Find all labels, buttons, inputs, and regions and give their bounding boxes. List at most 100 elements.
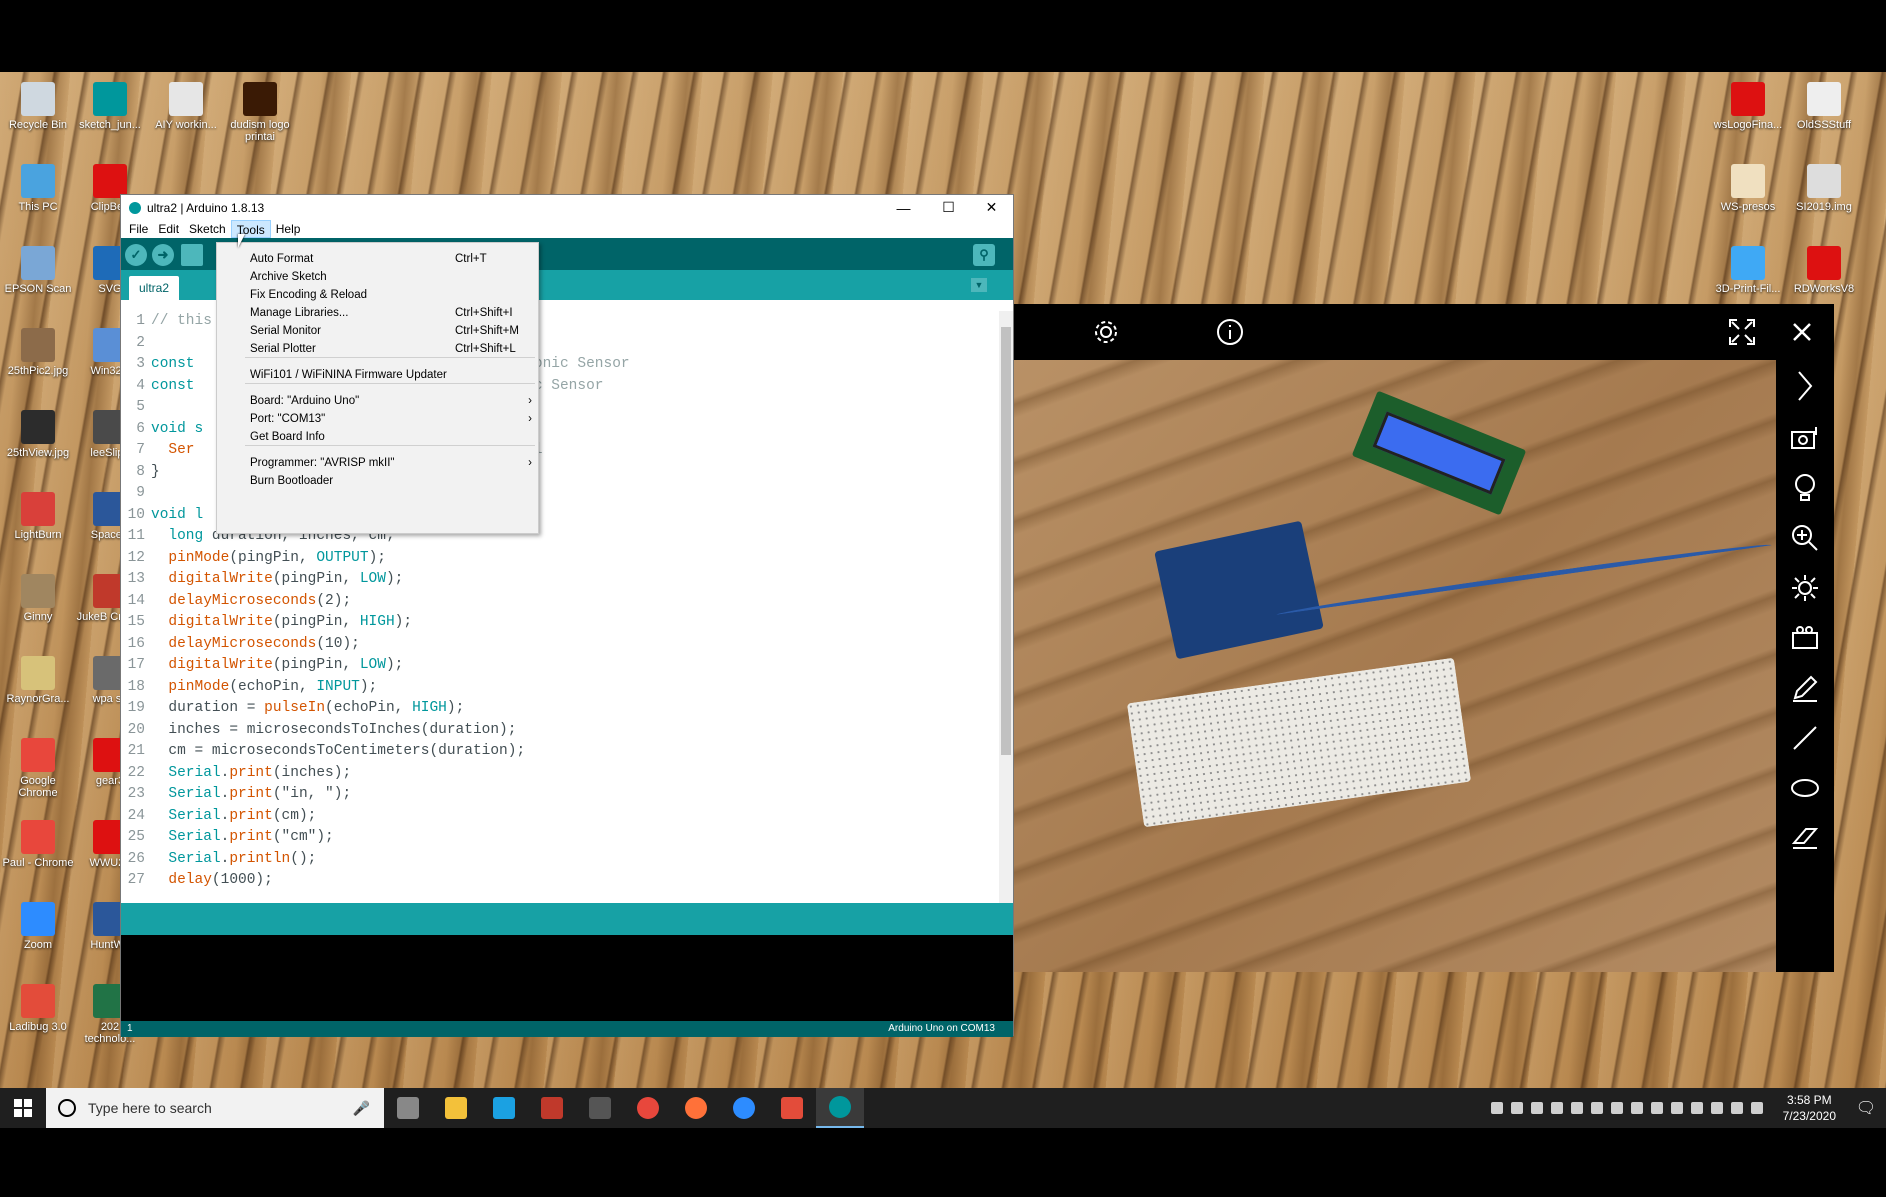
chevron-right-icon[interactable] (1789, 370, 1821, 402)
notifications-icon[interactable]: 🗨 (1846, 1088, 1886, 1128)
desktop-icon[interactable]: Ladibug 3.0 (2, 984, 74, 1033)
taskbar-app-arduino[interactable] (816, 1088, 864, 1128)
code-line[interactable]: 23 Serial.print("in, "); (121, 784, 991, 806)
onedrive-icon[interactable] (1510, 1102, 1523, 1114)
serial-monitor-icon[interactable]: ⚲ (973, 244, 995, 266)
tools-menu-item[interactable]: Serial Plotter Ctrl+Shift+L (217, 339, 538, 359)
sync-icon[interactable] (1710, 1102, 1723, 1114)
code-line[interactable]: 13 digitalWrite(pingPin, LOW); (121, 569, 991, 591)
camera-live-view[interactable] (1014, 360, 1776, 972)
code-line[interactable]: 25 Serial.print("cm"); (121, 827, 991, 849)
taskbar-search-box[interactable]: Type here to search 🎤 (46, 1088, 384, 1128)
menu-help[interactable]: Help (271, 220, 306, 238)
gear-icon[interactable] (1090, 316, 1122, 348)
tools-menu-item[interactable]: Fix Encoding & Reload (217, 285, 538, 305)
code-line[interactable]: 15 digitalWrite(pingPin, HIGH); (121, 612, 991, 634)
desktop-icon[interactable]: Zoom (2, 902, 74, 951)
tools-menu-item[interactable]: Programmer: "AVRISP mkII" › (217, 453, 538, 473)
start-button[interactable] (0, 1088, 46, 1128)
code-line[interactable]: 26 Serial.println(); (121, 849, 991, 871)
tools-menu-item[interactable]: Port: "COM13" › (217, 409, 538, 429)
desktop-icon[interactable]: sketch_jun... (74, 82, 146, 131)
desktop-icon[interactable]: Paul - Chrome (2, 820, 74, 869)
tools-menu-item[interactable]: WiFi101 / WiFiNINA Firmware Updater (217, 365, 538, 385)
code-line[interactable]: 27 delay(1000); (121, 870, 991, 892)
desktop-icon[interactable]: dudism logo printai (224, 82, 296, 143)
editor-scrollbar[interactable] (999, 311, 1013, 903)
tools-menu-item[interactable]: Manage Libraries... Ctrl+Shift+I (217, 303, 538, 323)
security-icon[interactable] (1670, 1102, 1683, 1114)
microphone-icon[interactable]: 🎤 (353, 1100, 370, 1117)
volume-icon[interactable] (1630, 1102, 1643, 1114)
battery-icon[interactable] (1590, 1102, 1603, 1114)
arduino-titlebar[interactable]: ultra2 | Arduino 1.8.13 — ☐ ✕ (121, 195, 1013, 220)
desktop-icon[interactable]: OldSSStuff (1788, 82, 1860, 131)
desktop-icon[interactable]: AIY workin... (150, 82, 222, 131)
camera-settings-icon[interactable] (1789, 422, 1821, 454)
code-line[interactable]: 24 Serial.print(cm); (121, 806, 991, 828)
code-line[interactable]: 14 delayMicroseconds(2); (121, 591, 991, 613)
cloud-icon[interactable] (1730, 1102, 1743, 1114)
tools-menu-item[interactable]: Get Board Info (217, 427, 538, 447)
scrollbar-thumb[interactable] (1001, 327, 1011, 755)
tab-menu-chevron-icon[interactable]: ▼ (971, 278, 987, 292)
code-line[interactable]: 19 duration = pulseIn(echoPin, HIGH); (121, 698, 991, 720)
desktop-icon[interactable]: RaynorGra... (2, 656, 74, 705)
arrow-line-icon[interactable] (1789, 722, 1821, 754)
desktop-icon[interactable]: SI2019.img (1788, 164, 1860, 213)
video-camera-icon[interactable] (1789, 622, 1821, 654)
taskbar-app-ladibug[interactable] (768, 1088, 816, 1128)
desktop-icon[interactable]: 25thView.jpg (2, 410, 74, 459)
tab-ultra2[interactable]: ultra2 (129, 276, 180, 300)
upload-button[interactable]: ➜ (152, 244, 174, 266)
desktop-icon[interactable]: EPSON Scan (2, 246, 74, 295)
desktop-icon[interactable]: This PC (2, 164, 74, 213)
desktop-icon[interactable]: RDWorksV8 (1788, 246, 1860, 295)
keyboard-icon[interactable] (1650, 1102, 1663, 1114)
pen-icon[interactable] (1789, 672, 1821, 704)
code-line[interactable]: 12 pinMode(pingPin, OUTPUT); (121, 548, 991, 570)
desktop-icon[interactable]: Google Chrome (2, 738, 74, 799)
desktop-icon[interactable]: Ginny (2, 574, 74, 623)
close-button[interactable]: ✕ (969, 195, 1014, 220)
tools-menu-item[interactable]: Burn Bootloader (217, 471, 538, 491)
minimize-button[interactable]: — (881, 195, 926, 220)
console-output[interactable] (121, 935, 1013, 1023)
zoom-in-icon[interactable] (1789, 522, 1821, 554)
taskbar-app-file-explorer[interactable] (432, 1088, 480, 1128)
printer-icon[interactable] (1690, 1102, 1703, 1114)
taskbar-app-zoom[interactable] (720, 1088, 768, 1128)
tools-menu-item[interactable]: Serial Monitor Ctrl+Shift+M (217, 321, 538, 341)
new-button[interactable] (181, 244, 203, 266)
up-arrow-icon[interactable] (1490, 1102, 1503, 1114)
tools-menu-item[interactable]: Archive Sketch (217, 267, 538, 287)
desktop-icon[interactable]: Recycle Bin (2, 82, 74, 131)
tools-menu-item[interactable]: Auto Format Ctrl+T (217, 249, 538, 269)
lightbulb-icon[interactable] (1789, 472, 1821, 504)
wifi-icon[interactable] (1610, 1102, 1623, 1114)
menu-edit[interactable]: Edit (153, 220, 184, 238)
maximize-button[interactable]: ☐ (926, 195, 971, 220)
info-icon[interactable] (1214, 316, 1246, 348)
code-line[interactable]: 18 pinMode(echoPin, INPUT); (121, 677, 991, 699)
code-line[interactable]: 20 inches = microsecondsToInches(duratio… (121, 720, 991, 742)
eraser-icon[interactable] (1789, 822, 1821, 854)
taskbar-app-firefox[interactable] (672, 1088, 720, 1128)
taskbar-app-internet-explorer[interactable] (480, 1088, 528, 1128)
taskbar-app-photos[interactable] (528, 1088, 576, 1128)
tools-menu-item[interactable]: Board: "Arduino Uno" › (217, 391, 538, 411)
desktop-icon[interactable]: 25thPic2.jpg (2, 328, 74, 377)
fullscreen-icon[interactable] (1726, 316, 1758, 348)
code-line[interactable]: 17 digitalWrite(pingPin, LOW); (121, 655, 991, 677)
close-icon[interactable] (1786, 316, 1818, 348)
brightness-icon[interactable] (1789, 572, 1821, 604)
menu-file[interactable]: File (124, 220, 153, 238)
taskbar-app-task-view[interactable] (384, 1088, 432, 1128)
taskbar-app-calculator[interactable] (576, 1088, 624, 1128)
menu-sketch[interactable]: Sketch (184, 220, 231, 238)
ellipse-icon[interactable] (1789, 772, 1821, 804)
code-line[interactable]: 22 Serial.print(inches); (121, 763, 991, 785)
clock[interactable]: 3:58 PM 7/23/2020 (1773, 1092, 1846, 1124)
gear-tray-icon[interactable] (1750, 1102, 1763, 1114)
code-line[interactable]: 16 delayMicroseconds(10); (121, 634, 991, 656)
